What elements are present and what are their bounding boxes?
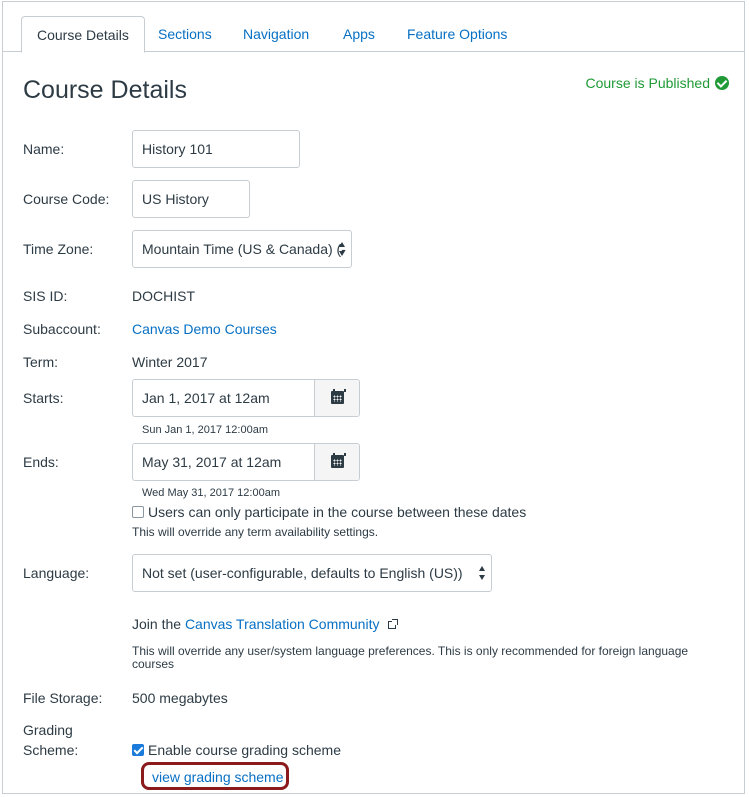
ends-calendar-button[interactable] — [314, 444, 359, 480]
check-circle-icon — [715, 76, 729, 90]
grading-label-line-2: Scheme: — [23, 742, 79, 758]
select-arrows-icon — [479, 566, 486, 580]
restrict-dates-note: This will override any term availability… — [132, 525, 379, 539]
ends-date-input[interactable]: May 31, 2017 at 12am — [132, 443, 360, 481]
term-value: Winter 2017 — [132, 354, 208, 370]
language-select[interactable]: Not set (user-configurable, defaults to … — [132, 554, 492, 592]
tab-apps[interactable]: Apps — [328, 16, 390, 52]
term-label: Term: — [23, 354, 58, 370]
published-status: Course is Published — [585, 75, 729, 91]
ends-date-value: May 31, 2017 at 12am — [142, 454, 282, 470]
join-prefix: Join the — [132, 616, 182, 632]
name-input[interactable]: History 101 — [132, 130, 300, 168]
language-select-value: Not set (user-configurable, defaults to … — [142, 565, 463, 581]
name-input-value: History 101 — [142, 141, 213, 157]
time-zone-select[interactable]: Mountain Time (US & Canada) (- — [132, 230, 352, 268]
subaccount-label: Subaccount: — [23, 321, 101, 337]
starts-date-input[interactable]: Jan 1, 2017 at 12am — [132, 379, 360, 417]
restrict-dates-checkbox[interactable] — [132, 506, 144, 518]
select-arrows-icon — [339, 242, 346, 256]
sis-id-value: DOCHIST — [132, 288, 195, 304]
course-code-label: Course Code: — [23, 191, 110, 207]
name-label: Name: — [23, 141, 65, 157]
starts-calendar-button[interactable] — [314, 380, 359, 416]
external-link-icon — [388, 619, 399, 630]
language-note-line-1: This will override any user/system langu… — [132, 644, 689, 658]
starts-date-value: Jan 1, 2017 at 12am — [142, 390, 270, 406]
file-storage-label: File Storage: — [23, 690, 103, 706]
tab-sections[interactable]: Sections — [143, 16, 227, 52]
language-note-line-2: courses — [132, 657, 175, 671]
translation-community-link[interactable]: Canvas Translation Community — [185, 616, 380, 632]
grading-scheme-checkbox[interactable] — [132, 744, 144, 756]
page-title: Course Details — [23, 76, 187, 104]
time-zone-select-value: Mountain Time (US & Canada) (- — [142, 241, 346, 257]
course-code-input-value: US History — [142, 191, 209, 207]
subaccount-link[interactable]: Canvas Demo Courses — [132, 321, 277, 337]
calendar-icon — [331, 453, 346, 468]
view-grading-scheme-highlight: view grading scheme — [141, 762, 289, 790]
file-storage-value: 500 megabytes — [132, 690, 228, 706]
tab-navigation[interactable]: Navigation — [228, 16, 324, 52]
tab-course-details[interactable]: Course Details — [21, 16, 145, 53]
language-label: Language: — [23, 565, 90, 581]
grading-scheme-checkbox-label: Enable course grading scheme — [148, 742, 342, 758]
starts-label: Starts: — [23, 390, 64, 406]
course-code-input[interactable]: US History — [132, 180, 250, 218]
calendar-icon — [331, 389, 346, 404]
settings-tabs: Course Details Sections Navigation Apps … — [3, 2, 744, 53]
sis-id-label: SIS ID: — [23, 288, 68, 304]
starts-date-hint: Sun Jan 1, 2017 12:00am — [142, 424, 268, 436]
view-grading-scheme-link[interactable]: view grading scheme — [152, 769, 284, 785]
grading-label-line-1: Grading — [23, 722, 73, 738]
course-settings-panel: Course Details Sections Navigation Apps … — [2, 1, 745, 794]
tab-feature-options[interactable]: Feature Options — [392, 16, 522, 52]
published-status-label: Course is Published — [585, 75, 710, 91]
ends-label: Ends: — [23, 454, 59, 470]
translation-community-line: Join the Canvas Translation Community — [132, 616, 399, 632]
ends-date-hint: Wed May 31, 2017 12:00am — [142, 487, 280, 499]
time-zone-label: Time Zone: — [23, 241, 94, 257]
restrict-dates-label: Users can only participate in the course… — [148, 504, 527, 520]
